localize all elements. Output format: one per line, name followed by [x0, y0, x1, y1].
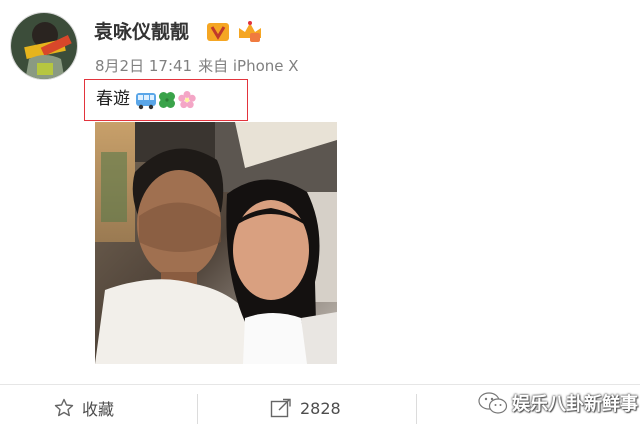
repost-count: 2828	[300, 398, 341, 418]
favorite-button[interactable]: 收藏	[54, 396, 114, 420]
watermark-text: 娱乐八卦新鲜事	[512, 394, 638, 415]
wechat-icon	[478, 392, 508, 414]
repost-icon	[270, 398, 291, 418]
weibo-post: 袁咏仪靓靓 8月2日 17:41 来自 iPhone X 春遊 收藏 2828 …	[0, 0, 640, 432]
post-text: 春遊	[96, 89, 130, 109]
clover-emoji-icon	[159, 92, 175, 108]
verified-v-icon	[207, 23, 229, 41]
cherry-blossom-emoji-icon	[178, 91, 196, 109]
post-date[interactable]: 8月2日 17:41	[95, 57, 192, 75]
post-photo[interactable]	[95, 122, 337, 364]
action-separator	[416, 394, 417, 424]
member-crown-icon[interactable]	[236, 20, 264, 44]
post-source[interactable]: 来自 iPhone X	[198, 57, 298, 75]
favorite-label: 收藏	[82, 400, 115, 419]
action-bar-divider	[0, 384, 640, 385]
action-separator	[197, 394, 198, 424]
repost-button[interactable]: 2828	[270, 396, 341, 420]
watermark: 娱乐八卦新鲜事	[478, 390, 638, 416]
star-icon	[54, 398, 74, 417]
avatar[interactable]	[10, 12, 78, 80]
bus-emoji-icon	[136, 93, 156, 110]
username[interactable]: 袁咏仪靓靓	[94, 20, 189, 44]
post-meta: 8月2日 17:41 来自 iPhone X	[95, 56, 305, 76]
